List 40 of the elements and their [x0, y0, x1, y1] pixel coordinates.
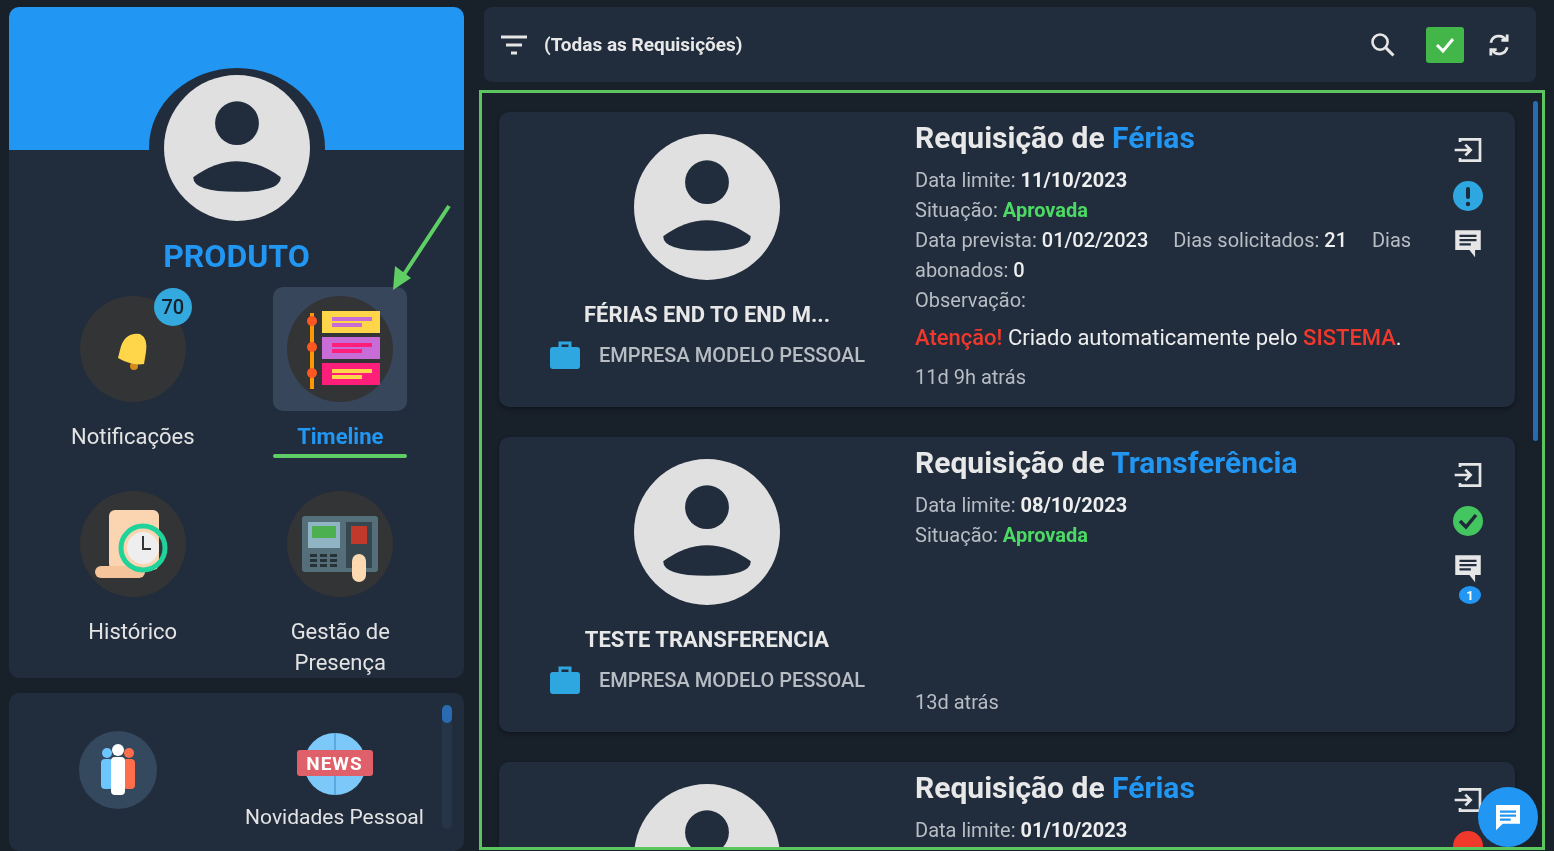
avatar-icon — [634, 134, 780, 280]
search-icon — [1369, 30, 1397, 59]
time-ago: 13d atrás — [915, 690, 1000, 714]
request-title: Requisição de Transferência — [915, 445, 1299, 480]
filter-icon[interactable] — [500, 33, 528, 56]
observation-label: Observação: — [915, 287, 1027, 314]
menu-tile[interactable] — [273, 287, 408, 412]
menu-label[interactable]: Notificações — [42, 421, 223, 453]
avatar-icon — [634, 459, 780, 605]
deadline-text: Data limite: 08/10/2023 — [915, 492, 1129, 519]
status-text: Situação: Aprovada — [915, 197, 1089, 224]
comment-count: 1 — [1459, 586, 1481, 604]
details-text: Data prevista: 01/02/2023 Dias solicitados: 21 Dias abonados: 0 — [915, 227, 1413, 284]
select-all-button[interactable] — [1426, 26, 1464, 63]
deadline-text: Data limite: 01/10/2023 — [915, 817, 1129, 844]
people-icon — [78, 731, 157, 810]
status-text: Situação: Aprovada — [915, 522, 1089, 549]
employee-name: FÉRIAS END TO END M... — [583, 302, 831, 327]
scroll-thumb[interactable] — [442, 705, 452, 724]
deadline-text: Data limite: 11/10/2023 — [915, 167, 1129, 194]
briefcase-icon — [548, 666, 581, 694]
time-ago: 11d 9h atrás — [915, 365, 1027, 389]
chat-button[interactable] — [1478, 787, 1538, 847]
company-name: EMPRESA MODELO PESSOAL — [598, 343, 866, 367]
company-name: EMPRESA MODELO PESSOAL — [598, 668, 866, 692]
menu-label[interactable]: Histórico — [42, 616, 223, 648]
menu-label[interactable]: Timeline — [250, 421, 431, 453]
profile-avatar-icon — [163, 74, 310, 221]
briefcase-icon — [548, 341, 581, 369]
menu-label[interactable]: Gestão de Presença — [250, 616, 431, 679]
profile-name: PRODUTO — [163, 237, 310, 276]
filter-label: (Todas as Requisições) — [544, 33, 744, 56]
request-title: Requisição de Férias — [915, 770, 1196, 805]
shortcut-label[interactable]: Novidades Pessoal — [245, 805, 424, 830]
scrollbar[interactable] — [442, 705, 452, 830]
note-text: Atenção! Criado automaticamente pelo SISTEMA. — [915, 325, 1403, 350]
request-title: Requisição de Férias — [915, 120, 1196, 155]
notification-badge: 70 — [153, 288, 192, 327]
scrollbar[interactable] — [1533, 101, 1538, 441]
employee-name: TESTE TRANSFERENCIA — [584, 627, 830, 652]
